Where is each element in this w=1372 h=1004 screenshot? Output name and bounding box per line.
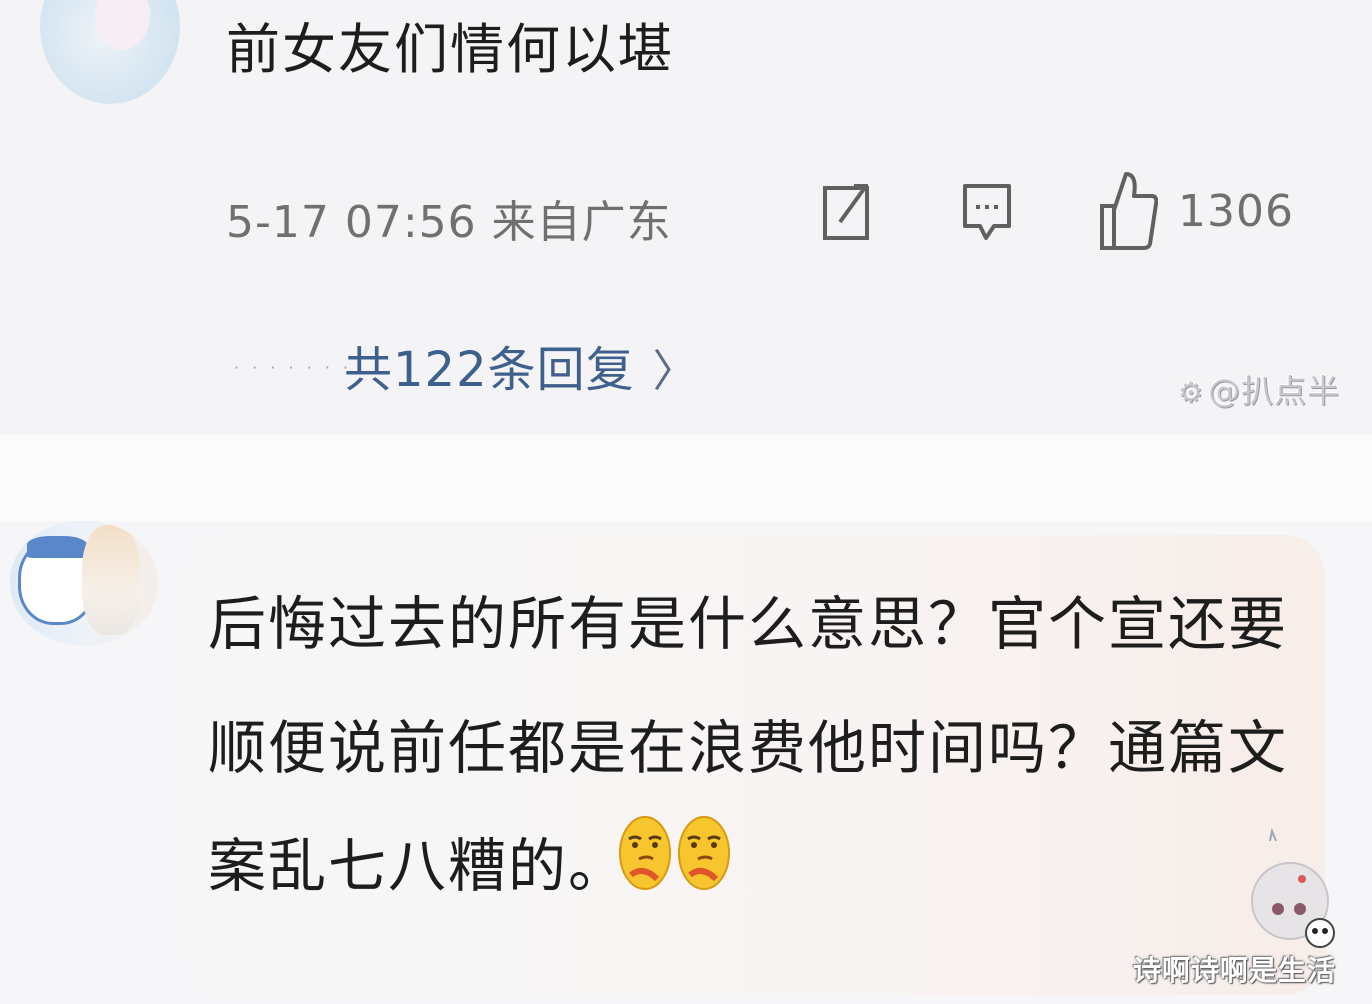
comment-card: 前女友们情何以堪 5-17 07:56 来自广东 1306 · · · · · … — [0, 0, 1372, 435]
thumbs-up-icon[interactable] — [1100, 170, 1159, 252]
share-icon[interactable] — [822, 180, 872, 242]
watermark-text: 诗啊诗啊是生活 — [1133, 954, 1337, 987]
chevron-right-icon: 〉 — [652, 346, 698, 397]
comment-timestamp: 5-17 07:56 来自广东 — [226, 197, 672, 248]
smirk-emoji-icon — [676, 809, 732, 893]
comment-text-line: 顺便说前任都是在浪费他时间吗？通篇文 — [208, 714, 1289, 782]
weibo-logo-icon: ⚙ — [1178, 376, 1205, 409]
watermark-text: @扒点半 — [1208, 372, 1341, 410]
replies-dots: · · · · · · · — [234, 358, 353, 377]
watermark: ⚙ @扒点半 — [1178, 366, 1340, 412]
smirk-emoji-icon — [617, 809, 673, 893]
comment-text-line: 后悔过去的所有是什么意思？官个宣还要 — [208, 590, 1289, 658]
view-replies-link[interactable]: 共122条回复〉 — [344, 330, 698, 400]
comment-text: 前女友们情何以堪 — [226, 18, 674, 81]
user-avatar[interactable] — [10, 521, 158, 646]
replies-label: 共122条回复 — [344, 342, 635, 398]
comment-card: 后悔过去的所有是什么意思？官个宣还要 顺便说前任都是在浪费他时间吗？通篇文 案乱… — [0, 521, 1372, 1004]
like-count: 1306 — [1178, 186, 1294, 237]
user-avatar[interactable] — [40, 0, 180, 104]
comment-icon[interactable] — [962, 180, 1012, 244]
comment-text-line: 案乱七八糟的。 — [208, 832, 629, 900]
divider — [0, 435, 1372, 521]
